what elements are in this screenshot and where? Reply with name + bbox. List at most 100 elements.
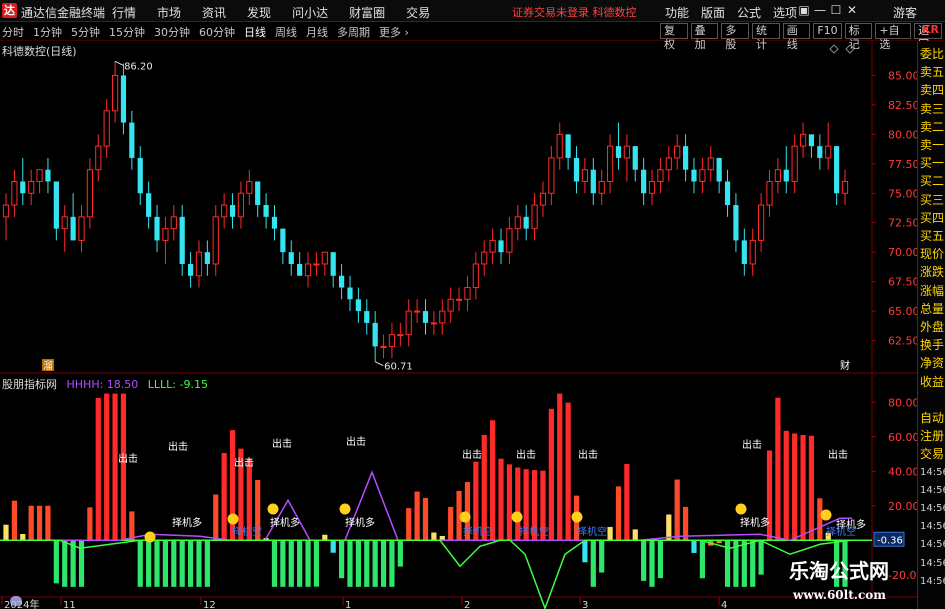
candle-body (783, 169, 789, 182)
indicator-bar (146, 540, 152, 587)
sidebar-item[interactable]: 自动 (920, 410, 944, 426)
sidebar-item[interactable]: 买三 (920, 192, 944, 208)
menu-trade[interactable]: 交易 (406, 4, 430, 21)
sidebar-item[interactable]: 买一 (920, 155, 944, 171)
diamond-icon (845, 44, 855, 54)
overlay-button[interactable]: 叠加 (690, 23, 719, 51)
indicator-bar (129, 511, 135, 541)
sidebar-item[interactable]: 卖五 (920, 64, 944, 80)
indicator-tick-label: 20.00 (888, 500, 917, 513)
menu-layout[interactable]: 版面 (701, 4, 725, 21)
candle-body (573, 157, 580, 182)
menu-discover[interactable]: 发现 (247, 4, 271, 21)
sidebar-item[interactable]: 14:56 (920, 574, 945, 590)
menu-ask[interactable]: 问小达 (292, 4, 328, 21)
candle-body (95, 145, 102, 171)
sidebar-item[interactable]: 外盘 (920, 319, 944, 335)
indicator-bar (53, 540, 59, 584)
menu-options[interactable]: 选项 (773, 4, 797, 21)
minimize-icon[interactable]: — (813, 3, 827, 17)
tab-60min[interactable]: 60分钟 (199, 24, 235, 40)
indicator-tick-label: 60.00 (888, 431, 917, 444)
maximize-icon[interactable]: ☐ (829, 3, 843, 17)
tab-daily[interactable]: 日线 (244, 24, 266, 40)
menu-market[interactable]: 行情 (112, 4, 136, 21)
indicator-bar (380, 540, 387, 587)
indicator-bar (565, 402, 571, 541)
signal-chuji-label: 出击 (742, 438, 762, 451)
diamond-icon (829, 44, 839, 54)
candle-body (808, 134, 815, 147)
stats-button[interactable]: 统计 (752, 23, 780, 51)
menu-community[interactable]: 财富圈 (349, 4, 385, 21)
menu-news[interactable]: 资讯 (202, 4, 226, 21)
tab-more[interactable]: 更多 › (379, 24, 409, 40)
sidebar-item[interactable]: 现价 (920, 246, 944, 262)
sidebar-item[interactable]: 14:56 (920, 537, 945, 553)
candle-body (195, 251, 203, 277)
sidebar-item[interactable]: 净资 (920, 355, 944, 371)
tab-monthly[interactable]: 月线 (306, 24, 328, 40)
watermark-title: 乐淘公式网 (789, 559, 889, 583)
guest-label[interactable]: 游客 (893, 4, 917, 21)
indicator-bar (154, 540, 160, 587)
add-watchlist-button[interactable]: +自选 (875, 23, 912, 51)
candle-body (733, 205, 739, 241)
menu-function[interactable]: 功能 (665, 4, 689, 21)
sidebar-item[interactable]: 卖四 (920, 82, 944, 98)
price-tick-label: 67.50 (888, 276, 917, 289)
tab-5min[interactable]: 5分钟 (71, 24, 100, 40)
sidebar-item[interactable]: 14:56 (920, 519, 945, 535)
candle-body (691, 169, 697, 182)
tab-1min[interactable]: 1分钟 (33, 24, 62, 40)
tab-weekly[interactable]: 周线 (275, 24, 297, 40)
sidebar-item[interactable]: 涨幅 (920, 283, 944, 299)
indicator-bar (187, 540, 194, 587)
sidebar-item[interactable]: 14:56 (920, 483, 945, 499)
sidebar-item[interactable]: 交易 (920, 446, 944, 462)
sidebar-item[interactable]: 收益 (920, 374, 944, 390)
mark-button[interactable]: 标记 (844, 23, 873, 51)
menu-formula[interactable]: 公式 (737, 4, 761, 21)
tab-30min[interactable]: 30分钟 (154, 24, 190, 40)
sidebar-item[interactable]: 涨跌 (920, 264, 944, 280)
draw-line-button[interactable]: 画线 (782, 23, 811, 51)
sidebar-item[interactable]: 买四 (920, 210, 944, 226)
indicator-bar (179, 540, 185, 587)
sidebar-item[interactable]: 注册 (920, 428, 944, 444)
candle-body (825, 145, 832, 159)
smiley-icon (144, 531, 156, 543)
tab-timeshare[interactable]: 分时 (2, 24, 24, 40)
sidebar-item[interactable]: 14:56 (920, 556, 945, 572)
sidebar-item[interactable]: 卖三 (920, 101, 944, 117)
menu-markets[interactable]: 市场 (157, 4, 181, 21)
candle-body (288, 252, 294, 264)
restore-icon[interactable]: ▣ (797, 3, 811, 17)
sidebar-item[interactable]: 总量 (920, 301, 944, 317)
adjust-button[interactable]: 复权 (660, 23, 688, 51)
signal-zeji-kong-label: 择机空 (519, 525, 549, 538)
login-notice[interactable]: 证券交易未登录 科德数控 (512, 4, 637, 20)
sidebar-item[interactable]: 买二 (920, 173, 944, 189)
candle-body (221, 204, 228, 218)
multi-stock-button[interactable]: 多股 (721, 23, 750, 51)
tab-multi-period[interactable]: 多周期 (337, 24, 370, 40)
tab-15min[interactable]: 15分钟 (109, 24, 145, 40)
f10-button[interactable]: F10 (813, 23, 842, 39)
kline-chart[interactable]: 85.00 82.50 80.00 77.50 75.00 72.50 70.00 67.50… (0, 40, 917, 609)
sidebar-item[interactable]: 买五 (920, 228, 944, 244)
indicator-bar (431, 532, 437, 541)
close-icon[interactable]: ✕ (845, 3, 859, 17)
indicator-bar (414, 491, 420, 541)
indicator-bar (347, 540, 353, 587)
signal-zeji-label: 择机多 (172, 516, 202, 529)
sidebar-item[interactable]: 14:56 (920, 465, 945, 481)
sidebar-item[interactable]: 换手 (920, 337, 944, 353)
sidebar-item[interactable]: 卖一 (920, 137, 944, 153)
sidebar-item[interactable]: 委比 (920, 46, 944, 62)
indicator-bar (288, 540, 294, 587)
sidebar-item[interactable]: 14:56 (920, 501, 945, 517)
indicator-bar (62, 540, 68, 587)
candle-body (791, 145, 798, 182)
sidebar-item[interactable]: 卖二 (920, 119, 944, 135)
